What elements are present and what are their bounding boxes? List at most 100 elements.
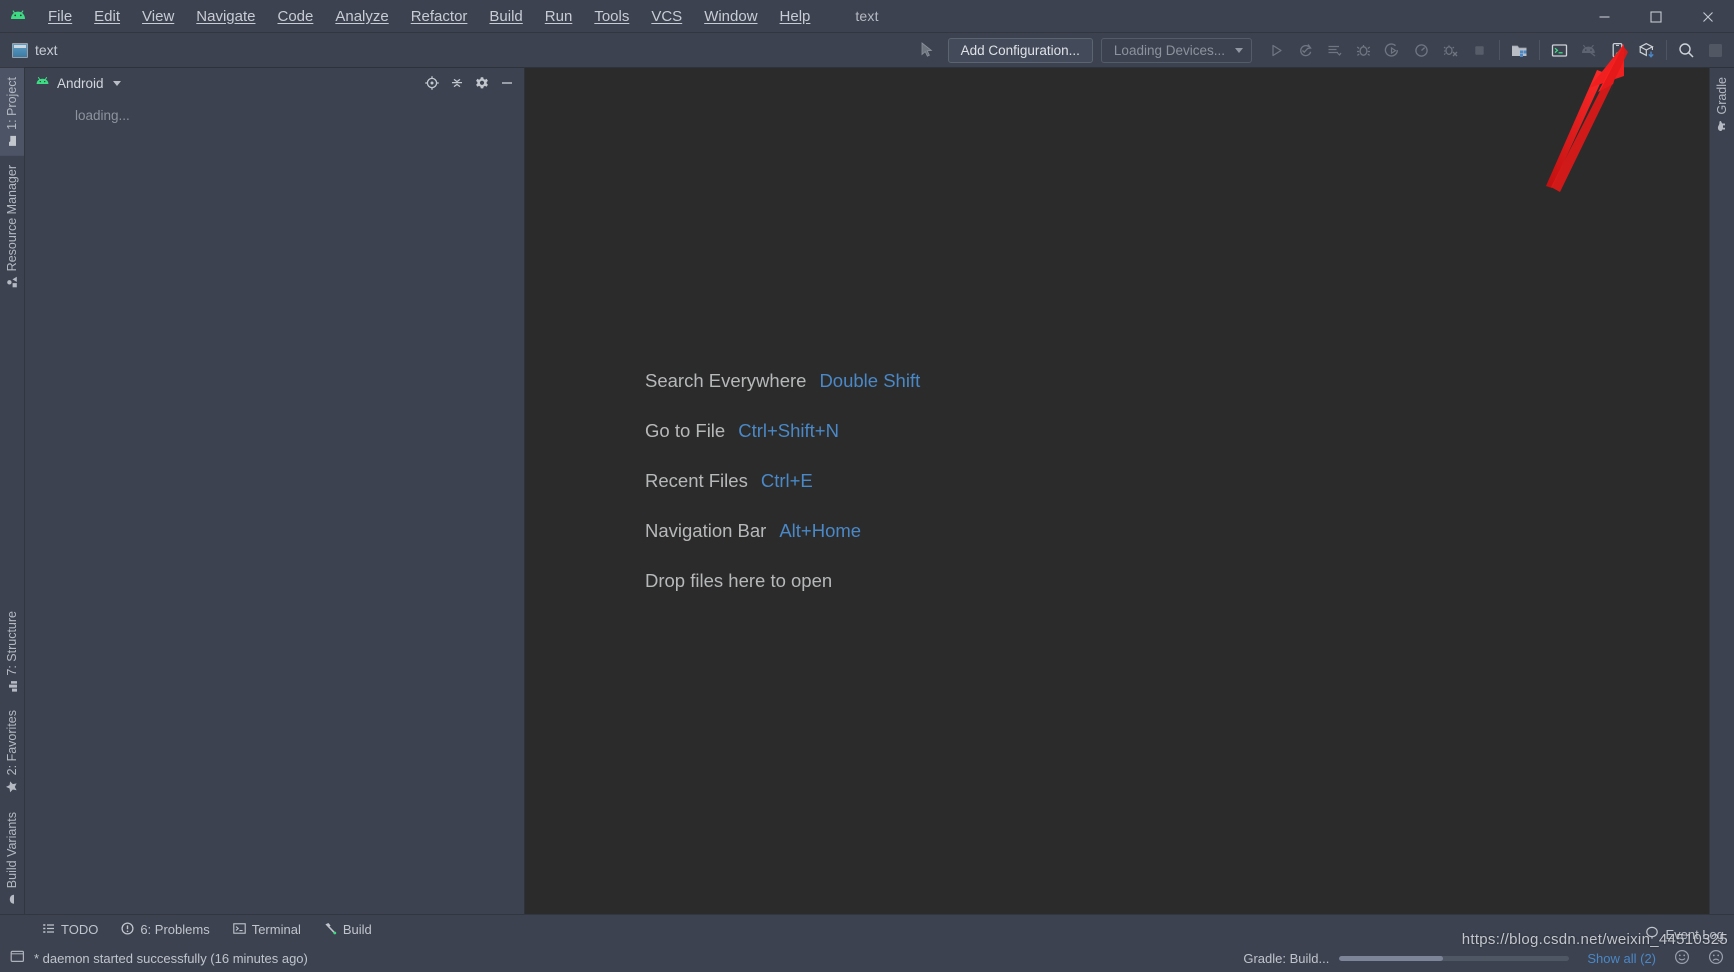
overflow-button[interactable]: [1701, 36, 1730, 65]
status-message-text: * daemon started successfully (16 minute…: [34, 950, 308, 966]
menu-tools-label: Tools: [594, 7, 630, 25]
hide-panel-button[interactable]: [495, 72, 518, 95]
menu-run-label: Run: [544, 7, 573, 25]
gear-icon[interactable]: [470, 72, 493, 95]
project-tool-window: Android loading...: [25, 68, 525, 914]
menu-build[interactable]: Build: [478, 0, 533, 33]
menu-code[interactable]: Code: [266, 0, 324, 33]
project-view-selector[interactable]: Android: [35, 74, 121, 92]
menu-refactor[interactable]: Refactor: [400, 0, 479, 33]
add-configuration-label: Add Configuration...: [960, 42, 1080, 58]
sidebar-item-build-variants[interactable]: Build Variants: [0, 803, 24, 914]
profile-button[interactable]: [1407, 36, 1436, 65]
tool-window-terminal[interactable]: Terminal: [223, 919, 311, 941]
tool-window-todo[interactable]: TODO: [32, 919, 108, 941]
status-message[interactable]: * daemon started successfully (16 minute…: [10, 949, 308, 967]
stop-button[interactable]: [1465, 36, 1494, 65]
menu-edit[interactable]: Edit: [83, 0, 131, 33]
toolbar-divider: [1499, 40, 1500, 60]
toolbar-divider-2: [1539, 40, 1540, 60]
hint-action-label: Go to File: [645, 420, 726, 441]
sidebar-item-favorites-label: 2: Favorites: [5, 710, 19, 776]
hint-shortcut-label: Ctrl+Shift+N: [738, 420, 839, 441]
tool-window-bar: TODO 6: Problems Terminal Build: [0, 914, 1734, 944]
sdk-manager-button[interactable]: [1574, 36, 1603, 65]
search-button[interactable]: [1672, 36, 1701, 65]
run-button[interactable]: [1262, 36, 1291, 65]
menu-tools[interactable]: Tools: [583, 0, 640, 33]
mood-sad-icon[interactable]: [1708, 949, 1724, 968]
stripe-spacer-right: [1710, 142, 1734, 914]
device-selector-label: Loading Devices...: [1113, 42, 1225, 58]
event-log-button[interactable]: Event Log: [1645, 926, 1724, 943]
apply-changes-button[interactable]: [1291, 36, 1320, 65]
editor-hints: Search Everywhere Double Shift Go to Fil…: [645, 370, 920, 592]
minimize-button[interactable]: [1578, 0, 1630, 33]
menu-help[interactable]: Help: [769, 0, 822, 33]
close-button[interactable]: [1682, 0, 1734, 33]
menu-edit-label: Edit: [94, 7, 121, 25]
hint-go-to-file: Go to File Ctrl+Shift+N: [645, 420, 920, 442]
window-controls: [1578, 0, 1734, 32]
problems-icon: [121, 921, 134, 938]
menu-analyze-label: Analyze: [335, 7, 389, 25]
attach-debugger-button[interactable]: [1436, 36, 1465, 65]
menu-view[interactable]: View: [131, 0, 185, 33]
add-configuration-button[interactable]: Add Configuration...: [947, 37, 1093, 63]
project-panel-title: Android: [57, 75, 104, 91]
terminal-icon: [232, 922, 246, 938]
sidebar-item-gradle[interactable]: Gradle: [1710, 68, 1734, 142]
android-head-icon: [35, 74, 50, 92]
show-all-link[interactable]: Show all (2): [1587, 951, 1656, 966]
maximize-button[interactable]: [1630, 0, 1682, 33]
sidebar-item-build-variants-label: Build Variants: [5, 811, 19, 888]
sidebar-item-favorites[interactable]: 2: Favorites: [0, 701, 24, 802]
menu-run[interactable]: Run: [534, 0, 584, 33]
menu-file-label: File: [48, 7, 73, 25]
project-panel-tools: [420, 72, 518, 95]
chevron-down-icon: [1235, 47, 1243, 53]
avd-manager-button[interactable]: [1603, 36, 1632, 65]
gradle-progress[interactable]: Gradle: Build...: [1243, 950, 1570, 966]
tool-window-problems-label: 6: Problems: [140, 922, 210, 937]
gradle-elephant-icon: [1716, 120, 1729, 133]
cursor-pointer-icon: [914, 37, 940, 63]
hint-shortcut-label: Ctrl+E: [760, 470, 813, 491]
menu-navigate[interactable]: Navigate: [185, 0, 266, 33]
hint-shortcut-label: Double Shift: [819, 370, 921, 391]
device-file-explorer-button[interactable]: [1545, 36, 1574, 65]
sync-gradle-button[interactable]: [1505, 36, 1534, 65]
menu-help-label: Help: [779, 7, 811, 25]
menu-file[interactable]: File: [37, 0, 83, 33]
toolbar-right-group: Add Configuration... Loading Devices...: [914, 33, 1734, 67]
sidebar-item-project[interactable]: 1: Project: [0, 68, 24, 156]
project-panel-header: Android: [25, 68, 524, 98]
device-selector[interactable]: Loading Devices...: [1100, 37, 1252, 63]
tool-window-todo-label: TODO: [61, 922, 99, 937]
main-toolbar: text Add Configuration... Loading Device…: [0, 33, 1734, 68]
run-with-coverage-button[interactable]: [1378, 36, 1407, 65]
left-tool-stripe: 1: Project Resource Manager 7: Structure…: [0, 68, 25, 914]
structure-icon: [6, 680, 18, 692]
menu-view-label: View: [142, 7, 175, 25]
apply-code-changes-button[interactable]: [1320, 36, 1349, 65]
tool-window-build-label: Build: [342, 922, 372, 937]
hint-action-label: Search Everywhere: [645, 370, 807, 391]
menu-analyze[interactable]: Analyze: [324, 0, 399, 33]
breadcrumb[interactable]: text: [12, 42, 58, 58]
menu-window[interactable]: Window: [693, 0, 768, 33]
console-icon: [10, 949, 25, 967]
layout-inspector-button[interactable]: [1632, 36, 1661, 65]
gradle-task-label: Gradle: Build...: [1243, 950, 1330, 966]
select-opened-file-button[interactable]: [420, 72, 443, 95]
sidebar-item-structure[interactable]: 7: Structure: [0, 602, 24, 702]
tool-window-build[interactable]: Build: [314, 919, 382, 941]
android-variant-icon: [6, 893, 18, 905]
menu-vcs[interactable]: VCS: [640, 0, 693, 33]
collapse-all-button[interactable]: [445, 72, 468, 95]
sidebar-item-resource-manager[interactable]: Resource Manager: [0, 156, 24, 297]
mood-happy-icon[interactable]: [1674, 949, 1690, 968]
tool-window-problems[interactable]: 6: Problems: [111, 919, 219, 941]
debug-button[interactable]: [1349, 36, 1378, 65]
sidebar-item-resource-manager-label: Resource Manager: [5, 164, 19, 272]
